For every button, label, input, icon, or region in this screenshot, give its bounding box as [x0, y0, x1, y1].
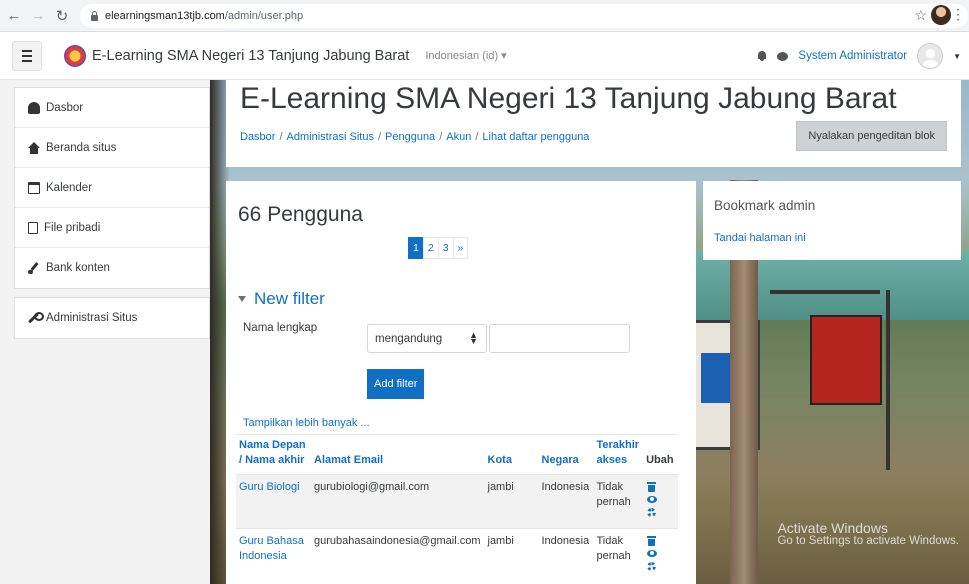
forward-arrow-icon[interactable]: → — [28, 6, 48, 26]
bookmark-block-title: Bookmark admin — [714, 198, 816, 213]
nav-item-beranda-situs[interactable]: Beranda situs — [15, 128, 209, 168]
url-host: elearningsman13tjb.com — [105, 9, 225, 22]
profile-avatar-icon[interactable] — [931, 5, 951, 25]
tachometer-icon — [28, 101, 40, 114]
site-name[interactable]: E-Learning SMA Negeri 13 Tanjung Jabung … — [92, 48, 409, 64]
col-country-header[interactable]: Negara — [538, 434, 594, 475]
filter-operator-select[interactable]: mengandung ▲ ▼ — [367, 324, 487, 353]
bookmark-page-link[interactable]: Tandai halaman ini — [714, 232, 806, 244]
home-icon — [28, 141, 40, 154]
breadcrumb-lihat-daftar-pengguna[interactable]: Lihat daftar pengguna — [482, 131, 589, 143]
admin-nav-group: Administrasi Situs — [14, 297, 210, 339]
col-email-header[interactable]: Alamat Email — [311, 434, 485, 475]
file-icon — [28, 221, 38, 234]
browser-toolbar: ← → ↻ elearningsman13tjb.com/admin/user.… — [0, 0, 969, 32]
breadcrumb-pengguna[interactable]: Pengguna — [385, 131, 435, 143]
col-name-header[interactable]: Nama Depan / Nama akhir — [236, 434, 311, 475]
breadcrumb: Dasbor / Administrasi Situs / Pengguna / Akun /… — [240, 131, 590, 143]
breadcrumb-administrasi-situs[interactable]: Administrasi Situs — [287, 131, 374, 143]
filter-value-input[interactable] — [489, 324, 630, 353]
caret-down-icon — [238, 296, 246, 302]
nav-item-administrasi-situs[interactable]: Administrasi Situs — [15, 298, 209, 338]
page-header: E-Learning SMA Negeri 13 Tanjung Jabung … — [226, 80, 961, 167]
user-city: jambi — [484, 528, 539, 582]
page-link-3[interactable]: 3 — [437, 237, 454, 259]
col-edit-header: Ubah — [643, 434, 678, 475]
turn-editing-on-button[interactable]: Nyalakan pengeditan blok — [796, 121, 947, 151]
show-more-link[interactable]: Tampilkan lebih banyak ... — [243, 417, 370, 429]
new-filter-toggle[interactable]: New filter — [238, 289, 325, 309]
page-link-1[interactable]: 1 — [408, 237, 424, 259]
messages-icon[interactable] — [777, 51, 789, 61]
wrench-icon — [28, 312, 44, 324]
add-filter-button[interactable]: Add filter — [367, 369, 425, 399]
user-last-access: Tidak pernah — [593, 474, 644, 529]
lock-icon — [90, 10, 99, 21]
breadcrumb-dasbor[interactable]: Dasbor — [240, 131, 275, 143]
page-link-next[interactable]: » — [452, 237, 469, 259]
main-nav-group: Dasbor Beranda situs Kalender File priba… — [14, 87, 210, 289]
user-nav: System Administrator ▼ — [757, 32, 961, 80]
language-menu[interactable]: Indonesian (id) ▾ — [425, 49, 506, 62]
pagination: 1 2 3 » — [408, 237, 469, 259]
user-name-link[interactable]: Guru Biologi — [239, 481, 300, 493]
nav-item-file-pribadi[interactable]: File pribadi — [15, 208, 209, 248]
site-navbar: E-Learning SMA Negeri 13 Tanjung Jabung … — [0, 32, 969, 80]
page-title: E-Learning SMA Negeri 13 Tanjung Jabung … — [240, 82, 897, 115]
col-city-header[interactable]: Kota — [484, 434, 539, 475]
brush-icon — [28, 262, 40, 274]
browser-menu-icon[interactable]: ⋮ — [951, 6, 965, 23]
user-country: Indonesia — [538, 528, 594, 582]
table-header-row: Nama Depan / Nama akhir Alamat Email Kota… — [236, 434, 678, 475]
notification-bell-icon[interactable] — [757, 50, 767, 62]
page-link-2[interactable]: 2 — [422, 237, 439, 259]
table-row: Guru Bahasa Indonesia gurubahasaindonesi… — [236, 528, 678, 582]
user-email: gurubiologi@gmail.com — [311, 474, 485, 529]
reload-icon[interactable]: ↻ — [52, 6, 72, 26]
user-name-link[interactable]: Guru Bahasa Indonesia — [239, 535, 304, 562]
nav-drawer: Dasbor Beranda situs Kalender File priba… — [0, 80, 210, 584]
breadcrumb-akun[interactable]: Akun — [446, 131, 471, 143]
user-menu-name[interactable]: System Administrator — [798, 50, 907, 62]
filter-field-label: Nama lengkap — [243, 322, 318, 334]
trash-icon[interactable] — [647, 536, 657, 546]
nav-item-kalender[interactable]: Kalender — [15, 168, 209, 208]
school-logo[interactable] — [64, 44, 86, 67]
eye-icon[interactable] — [647, 550, 658, 557]
bookmark-star-icon[interactable]: ☆ — [914, 7, 927, 24]
cog-icon[interactable] — [647, 508, 657, 517]
user-country: Indonesia — [538, 474, 594, 529]
drawer-toggle-button[interactable] — [12, 40, 42, 71]
users-count-heading: 66 Pengguna — [238, 203, 363, 226]
bookmark-admin-block: Bookmark admin Tandai halaman ini — [703, 181, 961, 260]
users-table: Nama Depan / Nama akhir Alamat Email Kota… — [236, 434, 678, 582]
table-row: Guru Biologi gurubiologi@gmail.com jambi… — [236, 474, 678, 529]
user-last-access: Tidak pernah — [593, 528, 644, 582]
back-arrow-icon[interactable]: ← — [4, 6, 24, 26]
user-city: jambi — [484, 474, 539, 529]
user-list-region: 66 Pengguna 1 2 3 » New filter Nama leng… — [226, 181, 696, 584]
url-path: /admin/user.php — [224, 9, 304, 22]
eye-icon[interactable] — [647, 496, 658, 503]
activate-windows-watermark: Activate Windows Go to Settings to activ… — [777, 520, 959, 547]
nav-item-bank-konten[interactable]: Bank konten — [15, 248, 209, 288]
calendar-icon — [28, 181, 40, 194]
trash-icon[interactable] — [647, 482, 657, 492]
col-last-access-header[interactable]: Terakhir akses — [593, 434, 644, 475]
user-email: gurubahasaindonesia@gmail.com — [311, 528, 485, 582]
nav-item-dasbor[interactable]: Dasbor — [15, 88, 209, 128]
user-avatar[interactable] — [917, 43, 944, 69]
select-updown-icon: ▲ ▼ — [469, 330, 478, 346]
chevron-down-icon[interactable]: ▼ — [953, 52, 961, 61]
address-bar[interactable]: elearningsman13tjb.com/admin/user.php — [80, 3, 968, 28]
cog-icon[interactable] — [647, 562, 657, 571]
